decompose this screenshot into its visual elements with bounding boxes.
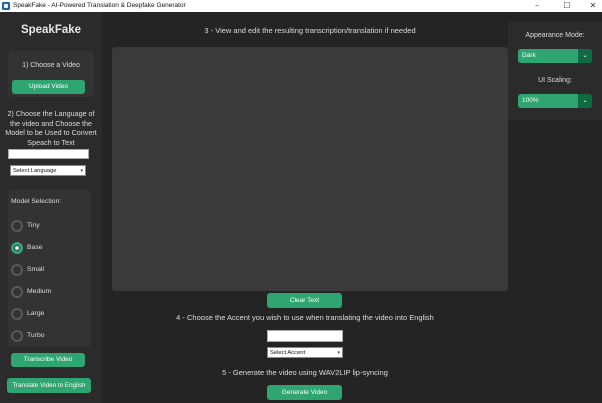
language-select-value: Select Language — [13, 168, 57, 174]
clear-text-button[interactable]: Clear Text — [267, 293, 342, 308]
accent-input[interactable] — [267, 330, 343, 342]
language-input[interactable] — [8, 149, 89, 159]
radio-large[interactable] — [11, 308, 23, 320]
radio-label-tiny[interactable]: Tiny — [27, 222, 40, 229]
maximize-button[interactable]: ☐ — [554, 0, 580, 12]
chevron-down-icon[interactable]: ⌄ — [578, 94, 592, 108]
window-titlebar: SpeakFake - AI-Powered Translation & Dee… — [0, 0, 602, 12]
translate-video-button[interactable]: Translate Video to English — [7, 378, 91, 393]
step3-label: 3 - View and edit the resulting transcri… — [204, 26, 416, 35]
radio-small[interactable] — [11, 264, 23, 276]
radio-tiny[interactable] — [11, 220, 23, 232]
accent-select-value: Select Accent — [270, 350, 306, 356]
step5-label: 5 - Generate the video using WAV2LIP lip… — [222, 368, 388, 377]
close-button[interactable]: ✕ — [580, 0, 602, 12]
radio-label-turbo[interactable]: Turbo — [27, 332, 45, 339]
upload-video-button[interactable]: Upload Video — [12, 80, 85, 94]
radio-label-base[interactable]: Base — [27, 244, 43, 251]
appearance-mode-menu[interactable]: Dark ⌄ — [518, 49, 592, 63]
step4-label: 4 - Choose the Accent you wish to use wh… — [176, 313, 434, 322]
window-title: SpeakFake - AI-Powered Translation & Dee… — [13, 2, 186, 9]
language-select[interactable]: Select Language ▾ — [10, 165, 86, 176]
minimize-button[interactable]: – — [524, 0, 550, 12]
model-selection-title: Model Selection: — [11, 198, 62, 205]
chevron-down-icon: ▾ — [80, 168, 83, 174]
transcribe-video-button[interactable]: Transcribe Video — [11, 353, 85, 367]
step1-label: 1) Choose a Video — [22, 62, 80, 69]
radio-label-large[interactable]: Large — [27, 310, 44, 317]
appearance-mode-value: Dark — [522, 52, 536, 59]
transcription-textbox[interactable] — [112, 47, 508, 291]
radio-medium[interactable] — [11, 286, 23, 298]
generate-video-button[interactable]: Generate Video — [267, 385, 342, 400]
radio-label-small[interactable]: Small — [27, 266, 44, 273]
ui-scaling-menu[interactable]: 100% ⌄ — [518, 94, 592, 108]
radio-base[interactable] — [11, 242, 23, 254]
appearance-mode-label: Appearance Mode: — [525, 32, 585, 39]
accent-select[interactable]: Select Accent ▾ — [267, 347, 343, 358]
chevron-down-icon[interactable]: ⌄ — [578, 49, 592, 63]
radio-turbo[interactable] — [11, 330, 23, 342]
app-icon — [2, 2, 10, 10]
ui-scaling-value: 100% — [522, 97, 539, 104]
radio-label-medium[interactable]: Medium — [27, 288, 51, 295]
chevron-down-icon: ▾ — [337, 350, 340, 356]
ui-scaling-label: UI Scaling: — [538, 77, 572, 84]
step2-label: 2) Choose the Language of the video and … — [5, 109, 97, 147]
app-brand: SpeakFake — [20, 24, 82, 36]
